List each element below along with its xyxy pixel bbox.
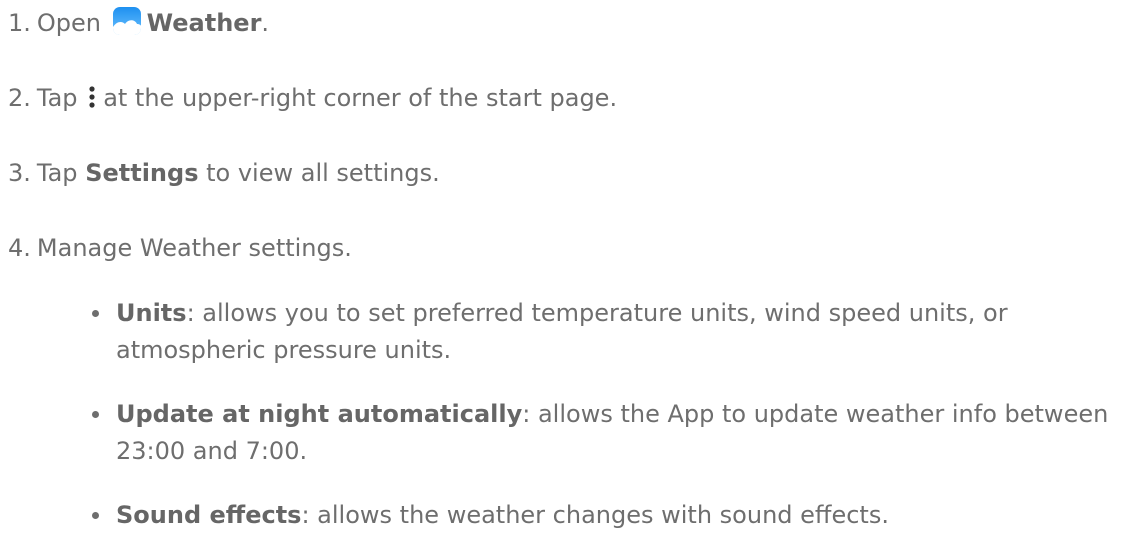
- step-text-end: .: [261, 9, 270, 37]
- weather-app-icon: [112, 7, 141, 35]
- step-text: Tap: [36, 84, 78, 112]
- bullet-text: : allows the weather changes with sound …: [301, 501, 889, 529]
- settings-label: Settings: [85, 159, 199, 187]
- bullet-dot: [92, 310, 99, 317]
- step-number: 2.: [8, 84, 31, 112]
- step-number: 3.: [8, 159, 31, 187]
- step-3: 3. Tap Settings to view all settings.: [8, 155, 440, 192]
- step-number: 4.: [8, 234, 31, 262]
- bullet-units: Units: allows you to set preferred tempe…: [92, 295, 1133, 369]
- step-text: Tap: [36, 159, 78, 187]
- step-4: 4. Manage Weather settings.: [8, 230, 352, 267]
- step-text-end: at the upper-right corner of the start p…: [103, 84, 618, 112]
- bullet-title: Sound effects: [116, 501, 302, 529]
- step-2: 2. Tap at the upper-right corner of the s…: [8, 80, 617, 117]
- bullet-dot: [92, 512, 99, 519]
- bullet-dot: [92, 411, 99, 418]
- bullet-update-at-night: Update at night automatically: allows th…: [92, 396, 1133, 470]
- bullet-title: Units: [116, 299, 187, 327]
- more-options-icon: [89, 86, 95, 108]
- app-name: Weather: [146, 9, 262, 37]
- step-text: Manage Weather settings.: [36, 234, 352, 262]
- step-text-end: to view all settings.: [206, 159, 440, 187]
- bullet-sound-effects: Sound effects: allows the weather change…: [92, 497, 1133, 534]
- bullet-title: Update at night automatically: [116, 400, 523, 428]
- bullet-text: : allows you to set preferred temperatur…: [116, 299, 1008, 364]
- step-text: Open: [36, 9, 102, 37]
- step-number: 1.: [8, 9, 31, 37]
- step-1: 1. Open Weather.: [8, 5, 269, 42]
